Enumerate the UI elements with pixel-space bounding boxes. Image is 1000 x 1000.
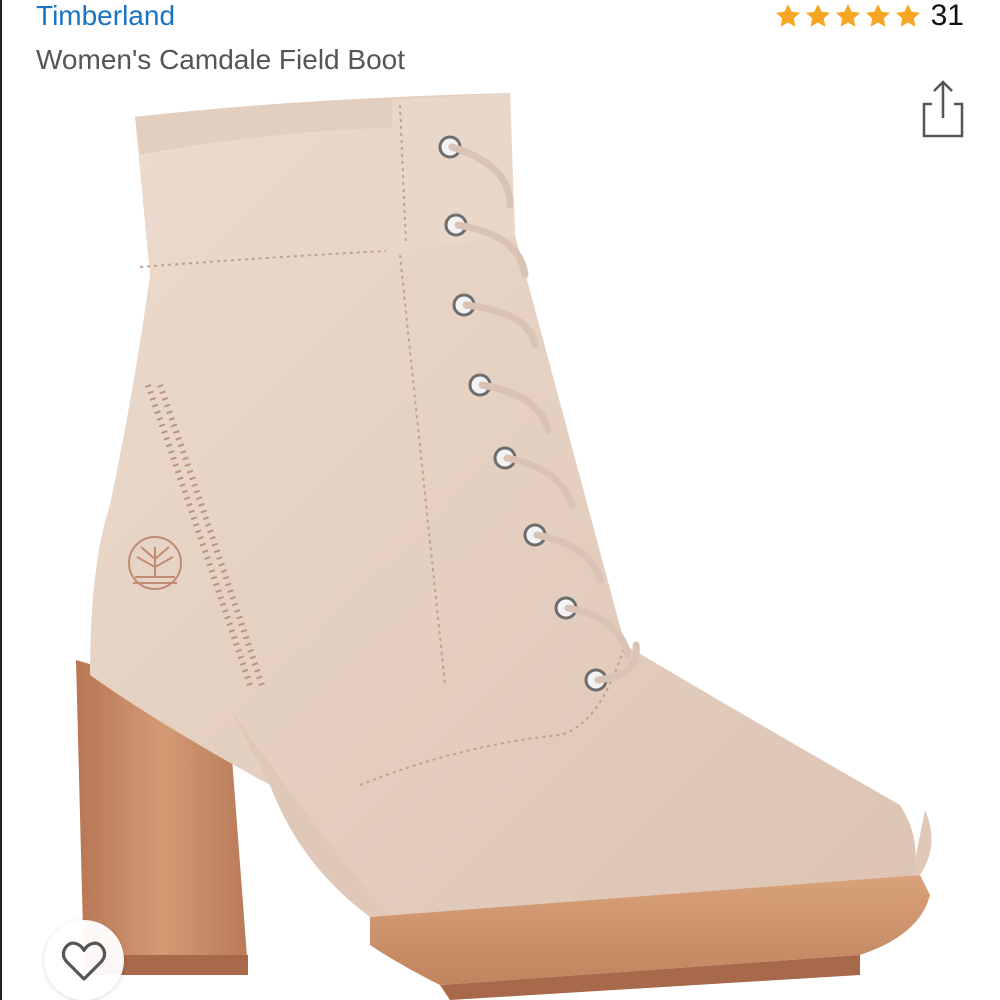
heart-icon <box>61 941 107 981</box>
screen-edge <box>0 0 2 1000</box>
star-icon <box>865 4 890 27</box>
boot-illustration <box>76 93 932 1000</box>
brand-link[interactable]: Timberland <box>36 0 175 34</box>
rating-count: 31 <box>930 0 964 32</box>
star-rating <box>773 2 923 30</box>
star-icon <box>895 4 920 27</box>
product-page: Timberland Women's Camdale Field Boot 31 <box>0 0 1000 1000</box>
star-icon <box>805 4 830 27</box>
rating-summary[interactable]: 31 <box>773 0 964 34</box>
star-icon <box>775 4 800 27</box>
product-title: Women's Camdale Field Boot <box>36 44 405 75</box>
wishlist-button[interactable] <box>44 920 124 1000</box>
star-icon <box>835 4 860 27</box>
product-image[interactable] <box>40 85 960 1000</box>
